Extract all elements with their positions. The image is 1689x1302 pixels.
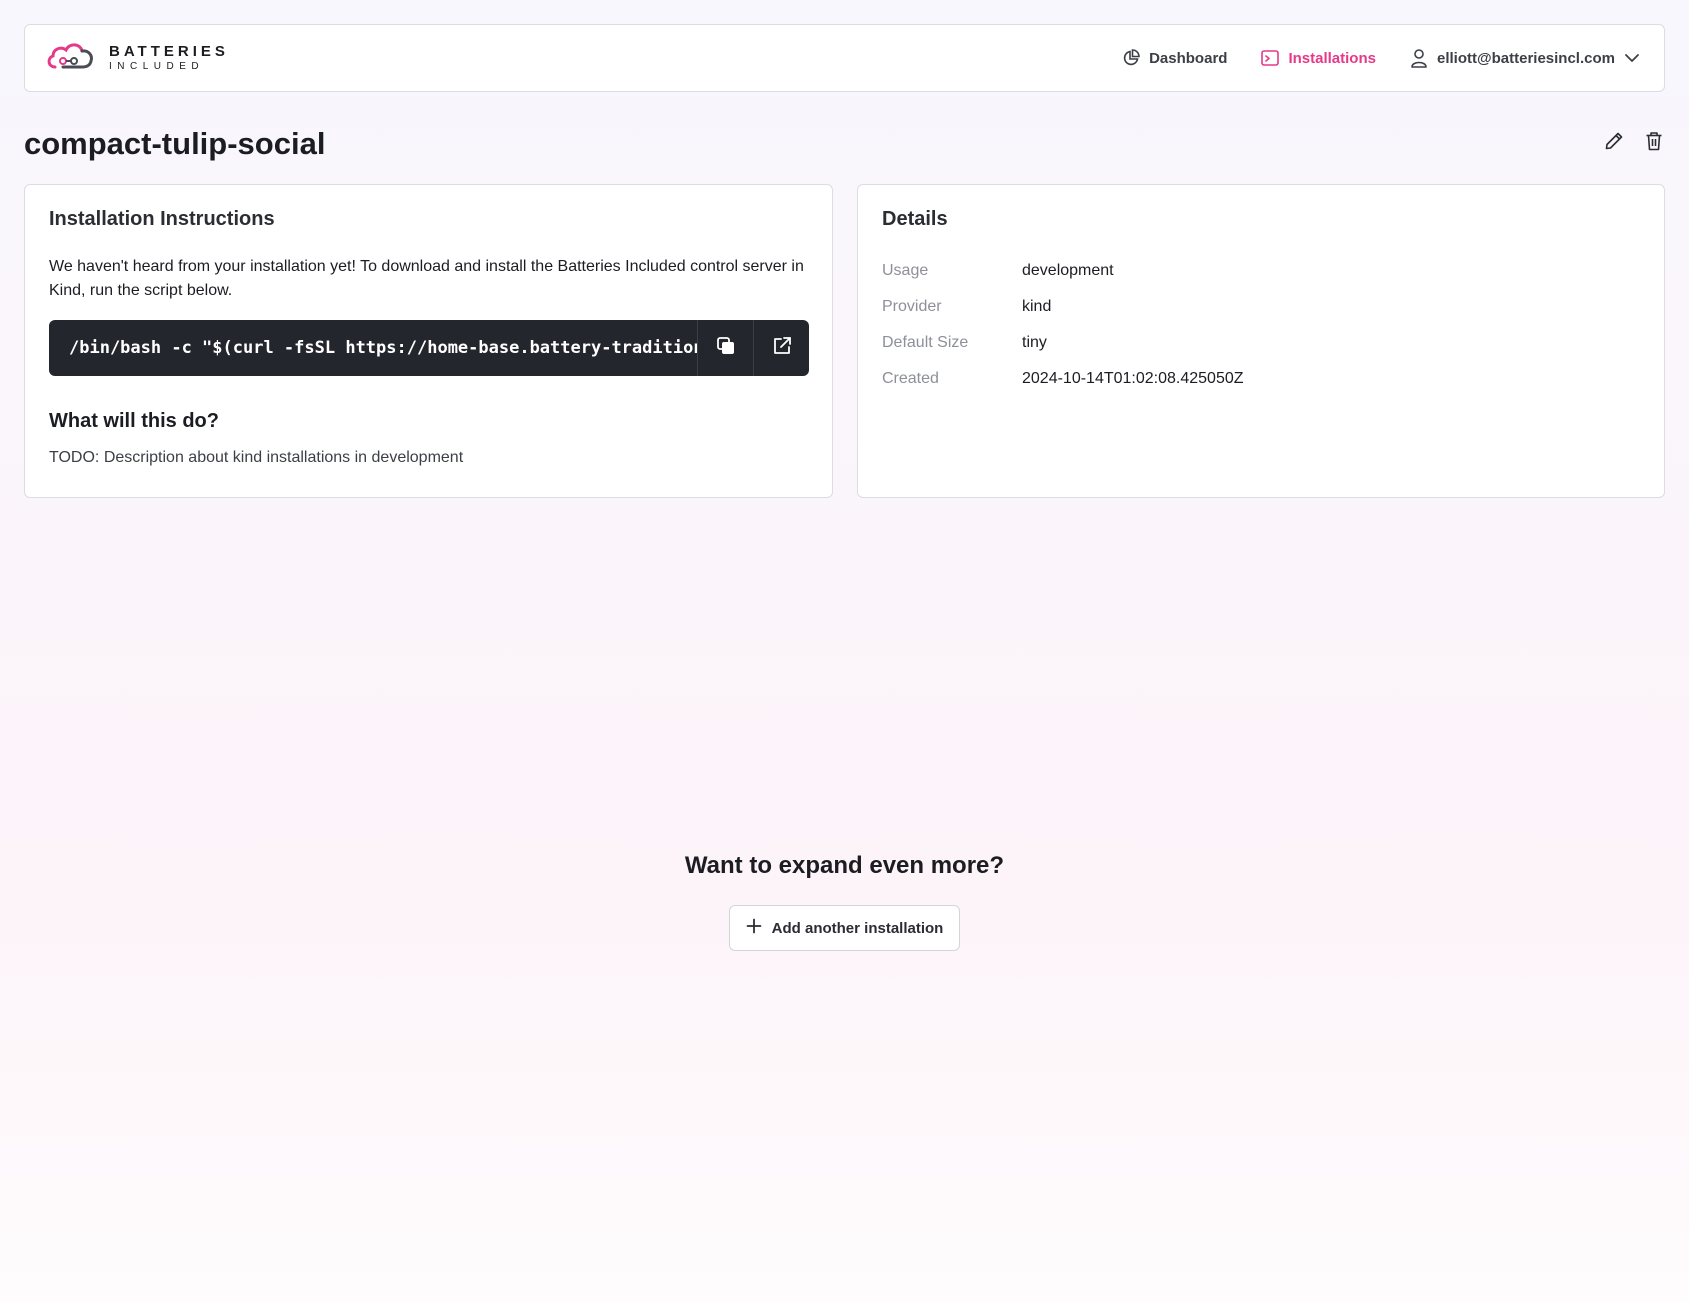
instructions-description: TODO: Description about kind installatio…: [49, 449, 464, 466]
details-card: Details Usage development Provider kind …: [857, 184, 1665, 498]
detail-row-created: Created 2024-10-14T01:02:08.425050Z: [882, 361, 1640, 397]
what-will-this-do-heading: What will this do?: [49, 410, 219, 432]
instructions-heading: Installation Instructions: [49, 208, 275, 230]
nav-installations-label: Installations: [1288, 49, 1376, 67]
plus-icon: [746, 918, 762, 938]
page-title: compact-tulip-social: [24, 126, 326, 161]
chevron-down-icon: [1624, 50, 1640, 66]
pencil-icon: [1604, 131, 1624, 156]
trash-icon: [1645, 131, 1663, 156]
detail-label: Created: [882, 370, 939, 387]
detail-label: Usage: [882, 262, 929, 279]
copy-command-button[interactable]: [697, 320, 753, 376]
top-navbar: BATTERIES INCLUDED Dashboard Installatio…: [24, 24, 1665, 92]
title-actions: [1603, 131, 1665, 156]
add-installation-button[interactable]: Add another installation: [729, 905, 960, 951]
detail-label: Provider: [882, 298, 942, 315]
detail-value: 2024-10-14T01:02:08.425050Z: [1022, 370, 1244, 387]
detail-label: Default Size: [882, 334, 969, 351]
user-menu[interactable]: elliott@batteriesincl.com: [1410, 48, 1640, 68]
detail-value: kind: [1022, 298, 1052, 315]
delete-button[interactable]: [1643, 131, 1665, 156]
brand-text: BATTERIES INCLUDED: [109, 44, 229, 72]
main-nav: Dashboard Installations elliott@batterie…: [1122, 48, 1640, 68]
cloud-logo-icon: [45, 39, 95, 78]
detail-row-provider: Provider kind: [882, 289, 1640, 325]
user-email: elliott@batteriesincl.com: [1436, 49, 1615, 67]
installation-instructions-card: Installation Instructions We haven't hea…: [24, 184, 833, 498]
brand-logo[interactable]: BATTERIES INCLUDED: [45, 39, 229, 78]
copy-icon: [716, 336, 736, 361]
detail-value: development: [1022, 262, 1114, 279]
detail-row-default-size: Default Size tiny: [882, 325, 1640, 361]
external-link-icon: [772, 336, 792, 361]
install-command-box: /bin/bash -c "$(curl -fsSL https://home-…: [49, 320, 809, 376]
open-external-button[interactable]: [753, 320, 809, 376]
pie-chart-icon: [1122, 49, 1140, 67]
detail-row-usage: Usage development: [882, 253, 1640, 289]
terminal-icon: [1261, 49, 1280, 67]
brand-line-1: BATTERIES: [109, 43, 229, 60]
nav-dashboard[interactable]: Dashboard: [1122, 49, 1227, 67]
brand-line-2: INCLUDED: [109, 61, 205, 72]
edit-button[interactable]: [1603, 132, 1625, 154]
add-installation-label: Add another installation: [771, 919, 944, 937]
instructions-intro: We haven't heard from your installation …: [49, 258, 804, 299]
nav-installations[interactable]: Installations: [1261, 49, 1376, 67]
expand-heading: Want to expand even more?: [684, 852, 1005, 879]
nav-dashboard-label: Dashboard: [1149, 49, 1228, 67]
details-list: Usage development Provider kind Default …: [882, 253, 1640, 397]
details-heading: Details: [882, 208, 948, 230]
install-command[interactable]: /bin/bash -c "$(curl -fsSL https://home-…: [49, 320, 697, 376]
detail-value: tiny: [1022, 334, 1047, 351]
user-icon: [1410, 48, 1428, 68]
